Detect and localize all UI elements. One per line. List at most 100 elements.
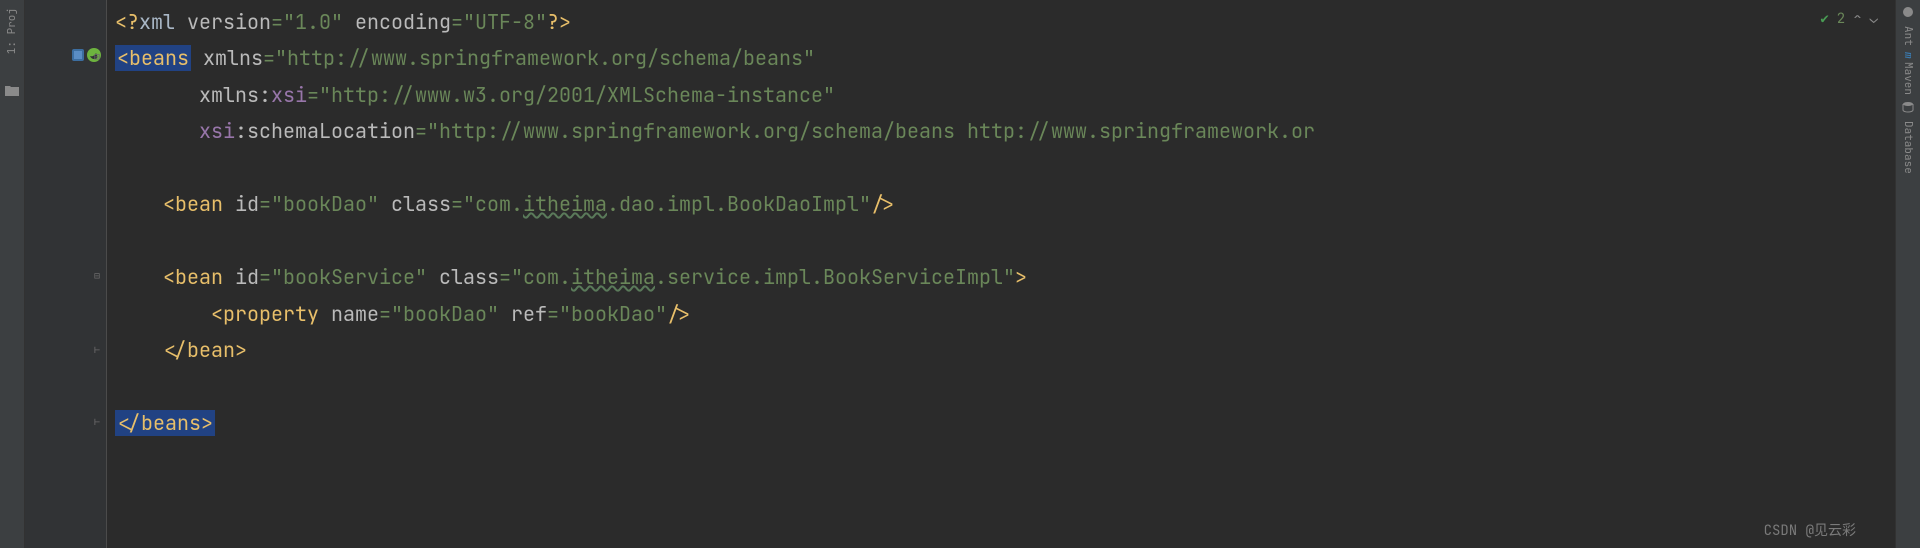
attr-val: "http://www.w3.org/2001/XMLSchema-instan…: [319, 82, 835, 108]
code-line: <beans xmlns="http://www.springframework…: [115, 40, 1895, 77]
attr: class: [439, 264, 499, 290]
tag-name: bean: [175, 191, 235, 217]
attr: class: [391, 191, 451, 217]
project-tool-tab[interactable]: 1: Proj: [5, 8, 19, 54]
tag-close: >: [1015, 264, 1027, 290]
tool-tab-label: Maven: [1901, 62, 1915, 95]
attr-val: "http://www.springframework.org/schema/b…: [275, 45, 815, 71]
next-highlight-icon[interactable]: ⌄: [1870, 10, 1878, 28]
folder-icon: [5, 84, 19, 102]
attr-val: "UTF-8": [463, 9, 547, 35]
inspection-count: 2: [1837, 10, 1845, 28]
ant-icon: [1902, 6, 1914, 18]
code-line: </bean>: [115, 332, 1895, 369]
code-line: xsi:schemaLocation="http://www.springfra…: [115, 113, 1895, 150]
sp: [379, 191, 391, 217]
attr-val: "bookService": [271, 264, 427, 290]
eq: =: [547, 301, 559, 327]
attr-val: "http://www.springframework.org/schema/b…: [427, 118, 1315, 144]
tag-open: <: [211, 301, 223, 327]
ant-tool-tab[interactable]: Ant: [1901, 6, 1915, 46]
attr-val: "bookDao": [559, 301, 667, 327]
indent: [115, 264, 163, 290]
tag-name: property: [223, 301, 331, 327]
attr-val: "bookDao": [391, 301, 499, 327]
attr: version: [187, 9, 271, 35]
code-line: [115, 369, 1895, 406]
tag-close: />: [871, 191, 895, 217]
eq: =: [451, 191, 463, 217]
tag-close: />: [667, 301, 691, 327]
attr: schemaLocation: [247, 118, 415, 144]
attr: id: [235, 264, 259, 290]
right-tool-sidebar: Ant m Maven Database: [1895, 0, 1920, 548]
attr-val: .service.impl.BookServiceImpl": [655, 264, 1015, 290]
fold-close-icon[interactable]: ⊢: [94, 415, 104, 425]
code-line: <bean id="bookDao" class="com.itheima.da…: [115, 186, 1895, 223]
indent: [115, 82, 199, 108]
left-tool-sidebar: 1: Proj: [0, 0, 25, 548]
tool-tab-label: Database: [1901, 121, 1915, 174]
sp: [499, 301, 511, 327]
prev-highlight-icon[interactable]: ⌃: [1853, 10, 1861, 28]
code-line: [115, 150, 1895, 187]
attr: encoding: [355, 9, 451, 35]
tag-open-beans: <beans: [115, 45, 191, 71]
database-tool-tab[interactable]: Database: [1901, 101, 1915, 174]
attr-val: "com.: [463, 191, 523, 217]
fold-open-icon[interactable]: ⊟: [94, 269, 104, 279]
eq: =: [451, 9, 463, 35]
indent: [115, 191, 163, 217]
pi-target: xml: [139, 9, 187, 35]
code-line: xmlns:xsi="http://www.w3.org/2001/XMLSch…: [115, 77, 1895, 114]
attr-val-typo: itheima: [523, 191, 607, 217]
eq: =: [259, 264, 271, 290]
tag-open: <: [163, 264, 175, 290]
attr: id: [235, 191, 259, 217]
tag-open: </: [163, 337, 187, 363]
indent: [115, 337, 163, 363]
tag-name: bean: [187, 337, 235, 363]
fold-close-icon[interactable]: ⊢: [94, 343, 104, 353]
indent: [115, 118, 199, 144]
attr: ref: [511, 301, 547, 327]
attr-val-typo: itheima: [571, 264, 655, 290]
attr-val: "1.0": [283, 9, 343, 35]
ns-name: xsi: [271, 82, 307, 108]
sp: [427, 264, 439, 290]
attr-val: "com.: [511, 264, 571, 290]
watermark: CSDN @见云彩: [1764, 520, 1856, 540]
attr: xmlns: [203, 45, 263, 71]
maven-tool-tab[interactable]: m Maven: [1901, 52, 1915, 96]
maven-icon: m: [1901, 52, 1915, 59]
check-icon: ✔: [1820, 10, 1828, 28]
ns-name: xsi: [199, 118, 235, 144]
inspection-widget[interactable]: ✔ 2 ⌃ ⌄: [1814, 8, 1884, 30]
code-line: [115, 223, 1895, 260]
sp: [191, 45, 203, 71]
eq: =: [415, 118, 427, 144]
pi-close: ?>: [547, 9, 571, 35]
colon: :: [235, 118, 247, 144]
attr: name: [331, 301, 379, 327]
eq: =: [259, 191, 271, 217]
tool-tab-label: Ant: [1901, 26, 1915, 46]
eq: =: [499, 264, 511, 290]
bean-icon[interactable]: [71, 48, 87, 64]
ns-prefix: xmlns:: [199, 82, 271, 108]
eq: =: [307, 82, 319, 108]
eq: =: [379, 301, 391, 327]
tag-close-beans: </beans>: [115, 410, 215, 436]
indent: [115, 301, 211, 327]
eq: =: [263, 45, 275, 71]
code-line: <bean id="bookService" class="com.itheim…: [115, 259, 1895, 296]
code-line: <?xml version="1.0" encoding="UTF-8"?>: [115, 4, 1895, 41]
code-editor[interactable]: <?xml version="1.0" encoding="UTF-8"?> <…: [107, 0, 1895, 548]
pi-open: <?: [115, 9, 139, 35]
attr-val: "bookDao": [271, 191, 379, 217]
attr-val: .dao.impl.BookDaoImpl": [607, 191, 871, 217]
tag-open: <: [163, 191, 175, 217]
tag-name: bean: [175, 264, 235, 290]
tag-close: >: [235, 337, 247, 363]
fold-open-icon[interactable]: ⊟: [94, 50, 104, 60]
